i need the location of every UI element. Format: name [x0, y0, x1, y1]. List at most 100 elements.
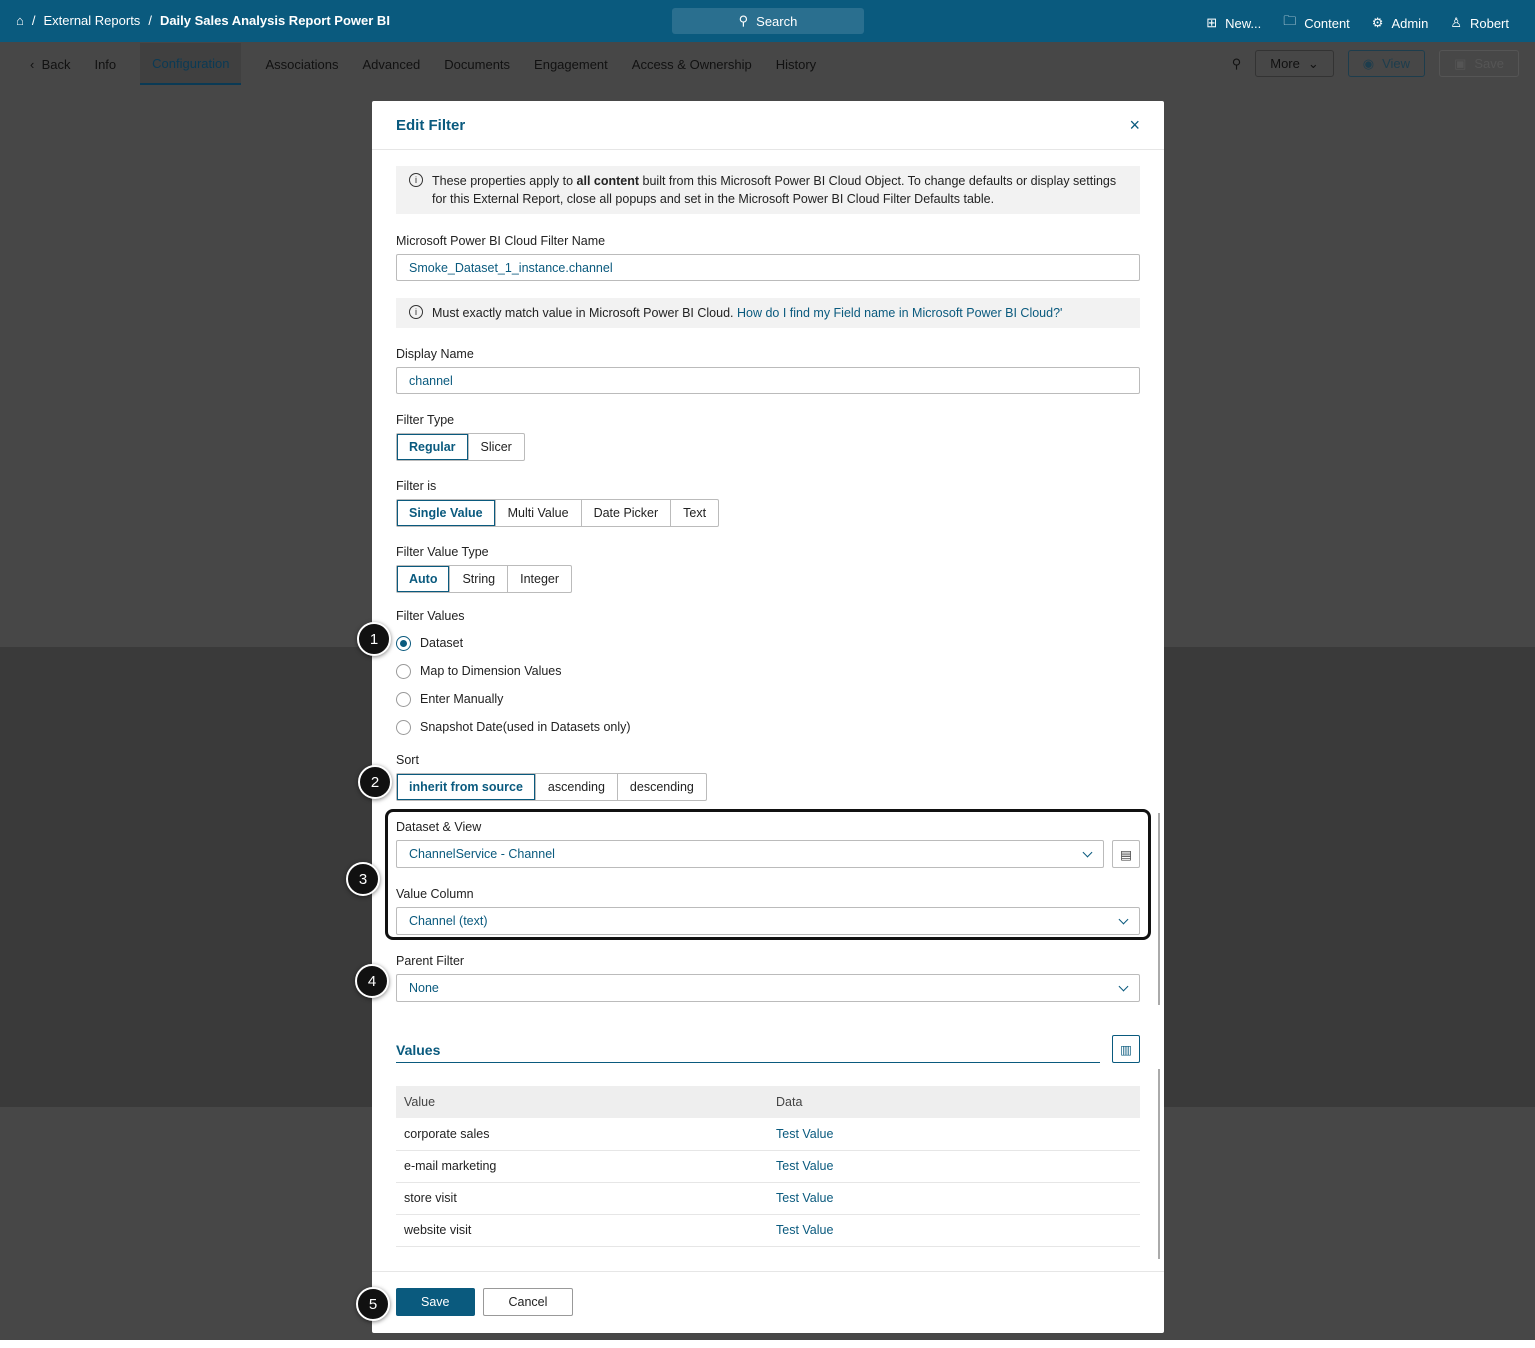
cell-data-link[interactable]: Test Value	[768, 1118, 1140, 1151]
top-bar: ⌂ / External Reports / Daily Sales Analysi…	[0, 0, 1535, 42]
tab-advanced[interactable]: Advanced	[362, 57, 420, 72]
cell-data-link[interactable]: Test Value	[768, 1150, 1140, 1183]
cell-value: store visit	[396, 1182, 768, 1215]
tab-engagement[interactable]: Engagement	[534, 57, 608, 72]
user-label: Robert	[1469, 15, 1509, 31]
tab-info[interactable]: Info	[94, 57, 116, 72]
user-button[interactable]: ♙ Robert	[1450, 15, 1509, 31]
sort-ascending[interactable]: ascending	[534, 774, 617, 800]
radio-label: Dataset	[420, 636, 464, 650]
parent-filter-select[interactable]: None	[396, 974, 1140, 1002]
cell-data-link[interactable]: Test Value	[768, 1182, 1140, 1215]
display-name-value: channel	[409, 373, 453, 388]
gear-icon: ⚙	[1371, 15, 1384, 30]
eye-icon: ◉	[1362, 55, 1375, 71]
new-label: New...	[1225, 15, 1262, 31]
match-note: i Must exactly match value in Microsoft P…	[396, 298, 1140, 328]
parent-filter-value: None	[409, 981, 439, 995]
close-icon[interactable]: ×	[1129, 115, 1140, 136]
filter-values-label: Filter Values	[396, 609, 465, 623]
tab-documents[interactable]: Documents	[444, 57, 510, 72]
tab-associations[interactable]: Associations	[265, 57, 338, 72]
new-button[interactable]: ⊞ New...	[1206, 15, 1261, 31]
value-type-auto[interactable]: Auto	[397, 566, 450, 592]
radio-snapshot-date[interactable]: Snapshot Date(used in Datasets only)	[396, 713, 1140, 741]
admin-button[interactable]: ⚙ Admin	[1372, 15, 1429, 31]
search-button[interactable]: ⚲ Search	[672, 8, 864, 34]
cell-value: website visit	[396, 1214, 768, 1247]
filter-type-regular[interactable]: Regular	[397, 434, 468, 460]
sort-toggle: inherit from source ascending descending	[396, 773, 707, 801]
sort-descending[interactable]: descending	[616, 774, 706, 800]
column-header: Value	[396, 1086, 768, 1118]
radio-icon	[396, 663, 411, 679]
values-title: Values	[396, 1042, 1100, 1063]
edit-filter-dialog: Edit Filter × i These properties apply to …	[372, 101, 1164, 1333]
sort-inherit[interactable]: inherit from source	[397, 774, 535, 800]
view-label: View	[1382, 56, 1411, 71]
filter-type-toggle: Regular Slicer	[396, 433, 525, 461]
filter-name-label: Microsoft Power BI Cloud Filter Name	[396, 234, 606, 248]
breadcrumb-external-reports[interactable]: External Reports	[43, 13, 140, 28]
back-button[interactable]: ‹ Back	[30, 57, 70, 72]
values-layout-button[interactable]: ▥	[1112, 1035, 1140, 1063]
help-link[interactable]: How do I find my Field name in Microsoft…	[737, 306, 1062, 320]
value-type-integer[interactable]: Integer	[507, 566, 571, 592]
table-row: store visit Test Value	[396, 1182, 1140, 1215]
display-name-label: Display Name	[396, 347, 474, 361]
breadcrumb: ⌂ / External Reports / Daily Sales Analysi…	[16, 13, 390, 28]
tab-access-ownership[interactable]: Access & Ownership	[632, 57, 752, 72]
radio-map-dimension[interactable]: Map to Dimension Values	[396, 657, 1140, 685]
radio-checked-icon	[396, 635, 411, 651]
scrollbar[interactable]	[1158, 1069, 1160, 1259]
radio-icon	[396, 719, 411, 735]
save-button[interactable]: Save	[396, 1288, 475, 1316]
user-icon: ♙	[1450, 15, 1462, 30]
plus-square-icon: ⊞	[1206, 15, 1218, 30]
back-label: Back	[41, 56, 71, 72]
value-type-string[interactable]: String	[449, 566, 507, 592]
table-row: e-mail marketing Test Value	[396, 1150, 1140, 1183]
filter-name-value: Smoke_Dataset_1_instance.channel	[409, 260, 613, 275]
content-label: Content	[1304, 15, 1350, 31]
search-icon: ⚲	[738, 13, 749, 28]
display-name-input[interactable]: channel	[396, 367, 1140, 394]
cancel-button[interactable]: Cancel	[482, 1288, 574, 1316]
tab-configuration[interactable]: Configuration	[140, 43, 242, 85]
filter-is-single[interactable]: Single Value	[397, 500, 495, 526]
filter-is-text[interactable]: Text	[670, 500, 718, 526]
radio-label: Enter Manually	[420, 692, 504, 706]
admin-label: Admin	[1391, 15, 1429, 31]
filter-is-multi[interactable]: Multi Value	[494, 500, 581, 526]
values-table: Value Data corporate sales Test Value e-ma…	[396, 1086, 1140, 1247]
more-button[interactable]: More ⌄	[1255, 50, 1334, 77]
tab-bar: ‹ Back Info Configuration Associations A…	[30, 42, 816, 86]
search-icon[interactable]: ⚲	[1232, 56, 1242, 72]
folder-icon: 🗀	[1283, 13, 1297, 28]
cell-data-link[interactable]: Test Value	[768, 1214, 1140, 1247]
filter-type-slicer[interactable]: Slicer	[467, 434, 524, 460]
save-page-label: Save	[1474, 56, 1504, 71]
radio-dataset[interactable]: Dataset	[396, 629, 1140, 657]
highlight-box	[385, 809, 1151, 940]
table-row: corporate sales Test Value	[396, 1118, 1140, 1151]
info-text: These properties apply to	[432, 174, 577, 188]
column-header: Data	[768, 1086, 1140, 1118]
home-icon[interactable]: ⌂	[16, 13, 24, 28]
tab-history[interactable]: History	[776, 57, 816, 72]
sort-label: Sort	[396, 753, 419, 767]
filter-is-date[interactable]: Date Picker	[580, 500, 671, 526]
scrollbar[interactable]	[1158, 813, 1160, 1005]
filter-is-toggle: Single Value Multi Value Date Picker Text	[396, 499, 720, 527]
radio-enter-manually[interactable]: Enter Manually	[396, 685, 1140, 713]
content-button[interactable]: 🗀 Content	[1283, 12, 1350, 34]
info-icon: i	[409, 173, 423, 187]
cell-value: corporate sales	[396, 1118, 768, 1151]
info-icon: i	[409, 305, 423, 319]
match-note-text: Must exactly match value in Microsoft Po…	[432, 306, 737, 320]
filter-name-input[interactable]: Smoke_Dataset_1_instance.channel	[396, 254, 1140, 281]
view-button[interactable]: ◉ View	[1347, 50, 1426, 77]
save-page-button[interactable]: ▣ Save	[1439, 50, 1519, 77]
layout-icon: ▥	[1120, 1042, 1132, 1057]
callout-badge-3: 3	[346, 862, 380, 896]
